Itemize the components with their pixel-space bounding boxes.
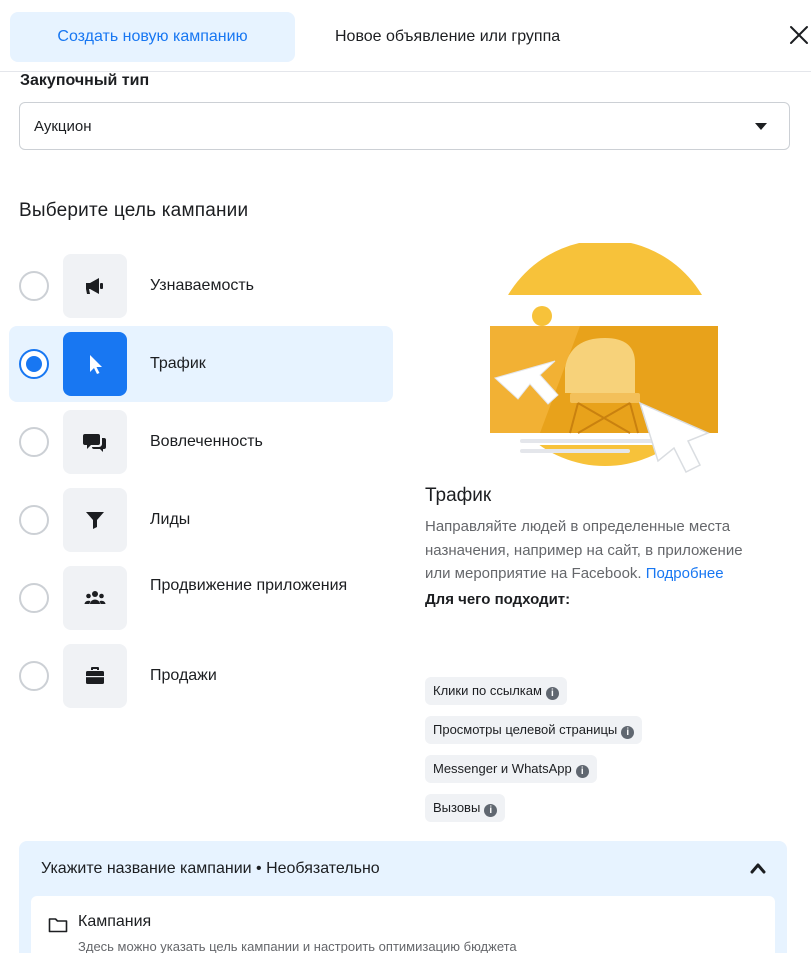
chip-label: Клики по ссылкам xyxy=(433,683,542,698)
suitable-for-label: Для чего подходит: xyxy=(425,590,571,608)
caret-down-icon xyxy=(755,123,767,130)
campaign-name-card: Кампания Здесь можно указать цель кампан… xyxy=(31,896,775,953)
chip-label: Просмотры целевой страницы xyxy=(433,722,618,737)
buying-type-label: Закупочный тип xyxy=(20,72,150,89)
objective-engagement[interactable]: Вовлеченность xyxy=(9,404,393,480)
objective-leads[interactable]: Лиды xyxy=(9,482,393,558)
chat-bubbles-icon xyxy=(63,410,127,474)
chip-label: Messenger и WhatsApp xyxy=(433,761,572,776)
chip-link-clicks: Клики по ссылкам i xyxy=(425,677,567,705)
objective-awareness[interactable]: Узнаваемость xyxy=(9,248,393,324)
campaign-label: Кампания xyxy=(78,913,152,930)
funnel-icon xyxy=(63,488,127,552)
chevron-up-icon[interactable] xyxy=(749,861,767,875)
chip-label: Вызовы xyxy=(433,800,481,815)
info-icon[interactable]: i xyxy=(575,765,589,778)
objective-radio[interactable] xyxy=(19,661,49,691)
learn-more-link[interactable]: Подробнее xyxy=(646,565,724,582)
objective-label: Лиды xyxy=(150,511,191,528)
campaign-name-section: Укажите название кампании • Необязательн… xyxy=(19,841,787,953)
objective-label: Продвижение приложения xyxy=(150,577,348,594)
objective-label: Вовлеченность xyxy=(150,433,263,450)
chip-messenger-whatsapp: Messenger и WhatsApp i xyxy=(425,755,597,783)
tab-bar: Создать новую кампанию Новое объявление … xyxy=(0,0,811,72)
detail-description: Направляйте людей в определенные места н… xyxy=(425,515,770,586)
megaphone-icon xyxy=(63,254,127,318)
close-icon[interactable] xyxy=(788,24,810,46)
briefcase-icon xyxy=(63,644,127,708)
objective-sales[interactable]: Продажи xyxy=(9,638,393,714)
objective-detail: Трафик Направляйте людей в определенные … xyxy=(425,485,785,610)
objective-label: Трафик xyxy=(150,355,206,372)
objective-radio[interactable] xyxy=(19,427,49,457)
objective-radio[interactable] xyxy=(19,505,49,535)
tab-create-new-campaign[interactable]: Создать новую кампанию xyxy=(10,12,295,62)
buying-type-value: Аукцион xyxy=(34,118,92,135)
tab-new-ad-or-adset[interactable]: Новое объявление или группа xyxy=(335,12,560,62)
objective-radio-selected[interactable] xyxy=(19,349,49,379)
traffic-illustration xyxy=(490,243,718,473)
chip-calls: Вызовы i xyxy=(425,794,506,822)
goal-section-title: Выберите цель кампании xyxy=(19,200,249,221)
people-icon xyxy=(63,566,127,630)
objective-traffic[interactable]: Трафик xyxy=(9,326,393,402)
objective-radio[interactable] xyxy=(19,271,49,301)
campaign-name-header[interactable]: Укажите название кампании • Необязательн… xyxy=(41,841,380,897)
campaign-subtext: Здесь можно указать цель кампании и наст… xyxy=(78,939,517,953)
objective-label: Продажи xyxy=(150,667,217,684)
detail-title: Трафик xyxy=(425,485,492,506)
buying-type-select[interactable]: Аукцион xyxy=(19,102,790,150)
objective-label: Узнаваемость xyxy=(150,277,255,294)
info-icon[interactable]: i xyxy=(621,726,635,739)
info-icon[interactable]: i xyxy=(545,687,559,700)
objective-radio[interactable] xyxy=(19,583,49,613)
folder-icon xyxy=(48,918,68,933)
chip-landing-page-views: Просмотры целевой страницы i xyxy=(425,716,643,744)
cursor-icon xyxy=(63,332,127,396)
info-icon[interactable]: i xyxy=(484,804,498,817)
objective-app-promotion[interactable]: Продвижение приложения xyxy=(9,560,393,636)
